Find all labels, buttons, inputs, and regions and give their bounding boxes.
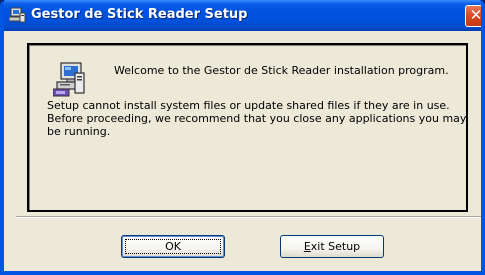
welcome-message: Welcome to the Gestor de Stick Reader in… <box>114 64 449 77</box>
info-line: be running. <box>47 125 111 138</box>
welcome-panel: Welcome to the Gestor de Stick Reader in… <box>27 43 468 212</box>
exit-mnemonic: E <box>303 240 311 253</box>
ok-button[interactable]: OK <box>121 235 225 258</box>
setup-dialog: Gestor de Stick Reader Setup ✕ Welcome t… <box>0 0 485 275</box>
exit-button-label: xit Setup <box>310 240 361 253</box>
info-line: Setup cannot install system files or upd… <box>47 99 450 112</box>
exit-setup-button[interactable]: Exit Setup <box>280 235 384 258</box>
close-icon: ✕ <box>469 6 483 24</box>
title-bar[interactable]: Gestor de Stick Reader Setup ✕ <box>4 0 483 31</box>
divider <box>16 216 481 218</box>
info-message: Setup cannot install system files or upd… <box>47 99 467 138</box>
focus-rect <box>125 239 221 254</box>
setup-computer-icon <box>9 7 26 23</box>
close-button[interactable]: ✕ <box>465 5 483 27</box>
info-line: Before proceeding, we recommend that you… <box>47 112 467 125</box>
setup-computer-icon <box>53 62 85 97</box>
window-title: Gestor de Stick Reader Setup <box>31 7 248 22</box>
